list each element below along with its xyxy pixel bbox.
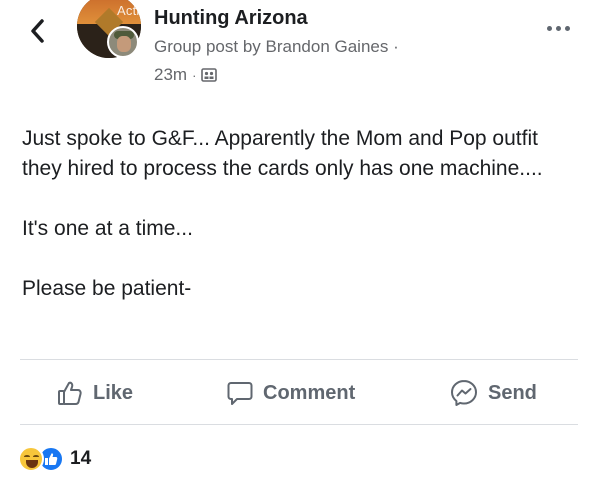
more-dot xyxy=(564,25,570,31)
like-label: Like xyxy=(93,381,134,404)
comment-button[interactable]: Comment xyxy=(226,378,355,408)
divider xyxy=(20,359,578,360)
more-options-button[interactable] xyxy=(543,18,573,38)
group-name[interactable]: Hunting Arizona xyxy=(154,7,308,30)
post-timestamp-row: 23m · xyxy=(154,65,218,85)
more-dot xyxy=(546,25,552,31)
post-time[interactable]: 23m xyxy=(154,65,187,85)
divider xyxy=(20,424,578,425)
messenger-icon xyxy=(451,380,477,406)
post-paragraph: Just spoke to G&F... Apparently the Mom … xyxy=(22,127,543,180)
comment-label: Comment xyxy=(263,381,356,404)
post-header: Active Now Hunting Arizona Group post by… xyxy=(0,0,598,100)
group-audience-icon xyxy=(201,68,218,82)
post-text: Just spoke to G&F... Apparently the Mom … xyxy=(22,124,578,334)
reactions-summary[interactable]: 14 xyxy=(18,445,91,473)
thumbs-up-icon xyxy=(58,381,82,405)
post-actions-bar: Like Comment Send xyxy=(0,362,598,424)
author-line[interactable]: Group post by Brandon Gaines · xyxy=(154,37,399,57)
like-button[interactable]: Like xyxy=(56,378,133,408)
speech-bubble-icon xyxy=(227,382,253,405)
dot-separator: · xyxy=(192,67,197,83)
back-button[interactable] xyxy=(22,14,52,48)
more-dot xyxy=(555,25,561,31)
author-avatar xyxy=(107,26,139,58)
post-paragraph: Please be patient- xyxy=(22,277,192,300)
chevron-left-icon xyxy=(31,19,44,43)
reaction-count: 14 xyxy=(70,448,92,469)
haha-reaction-icon xyxy=(18,446,44,472)
send-button[interactable]: Send xyxy=(449,378,537,408)
send-label: Send xyxy=(488,381,537,404)
post-paragraph: It's one at a time... xyxy=(22,217,193,240)
